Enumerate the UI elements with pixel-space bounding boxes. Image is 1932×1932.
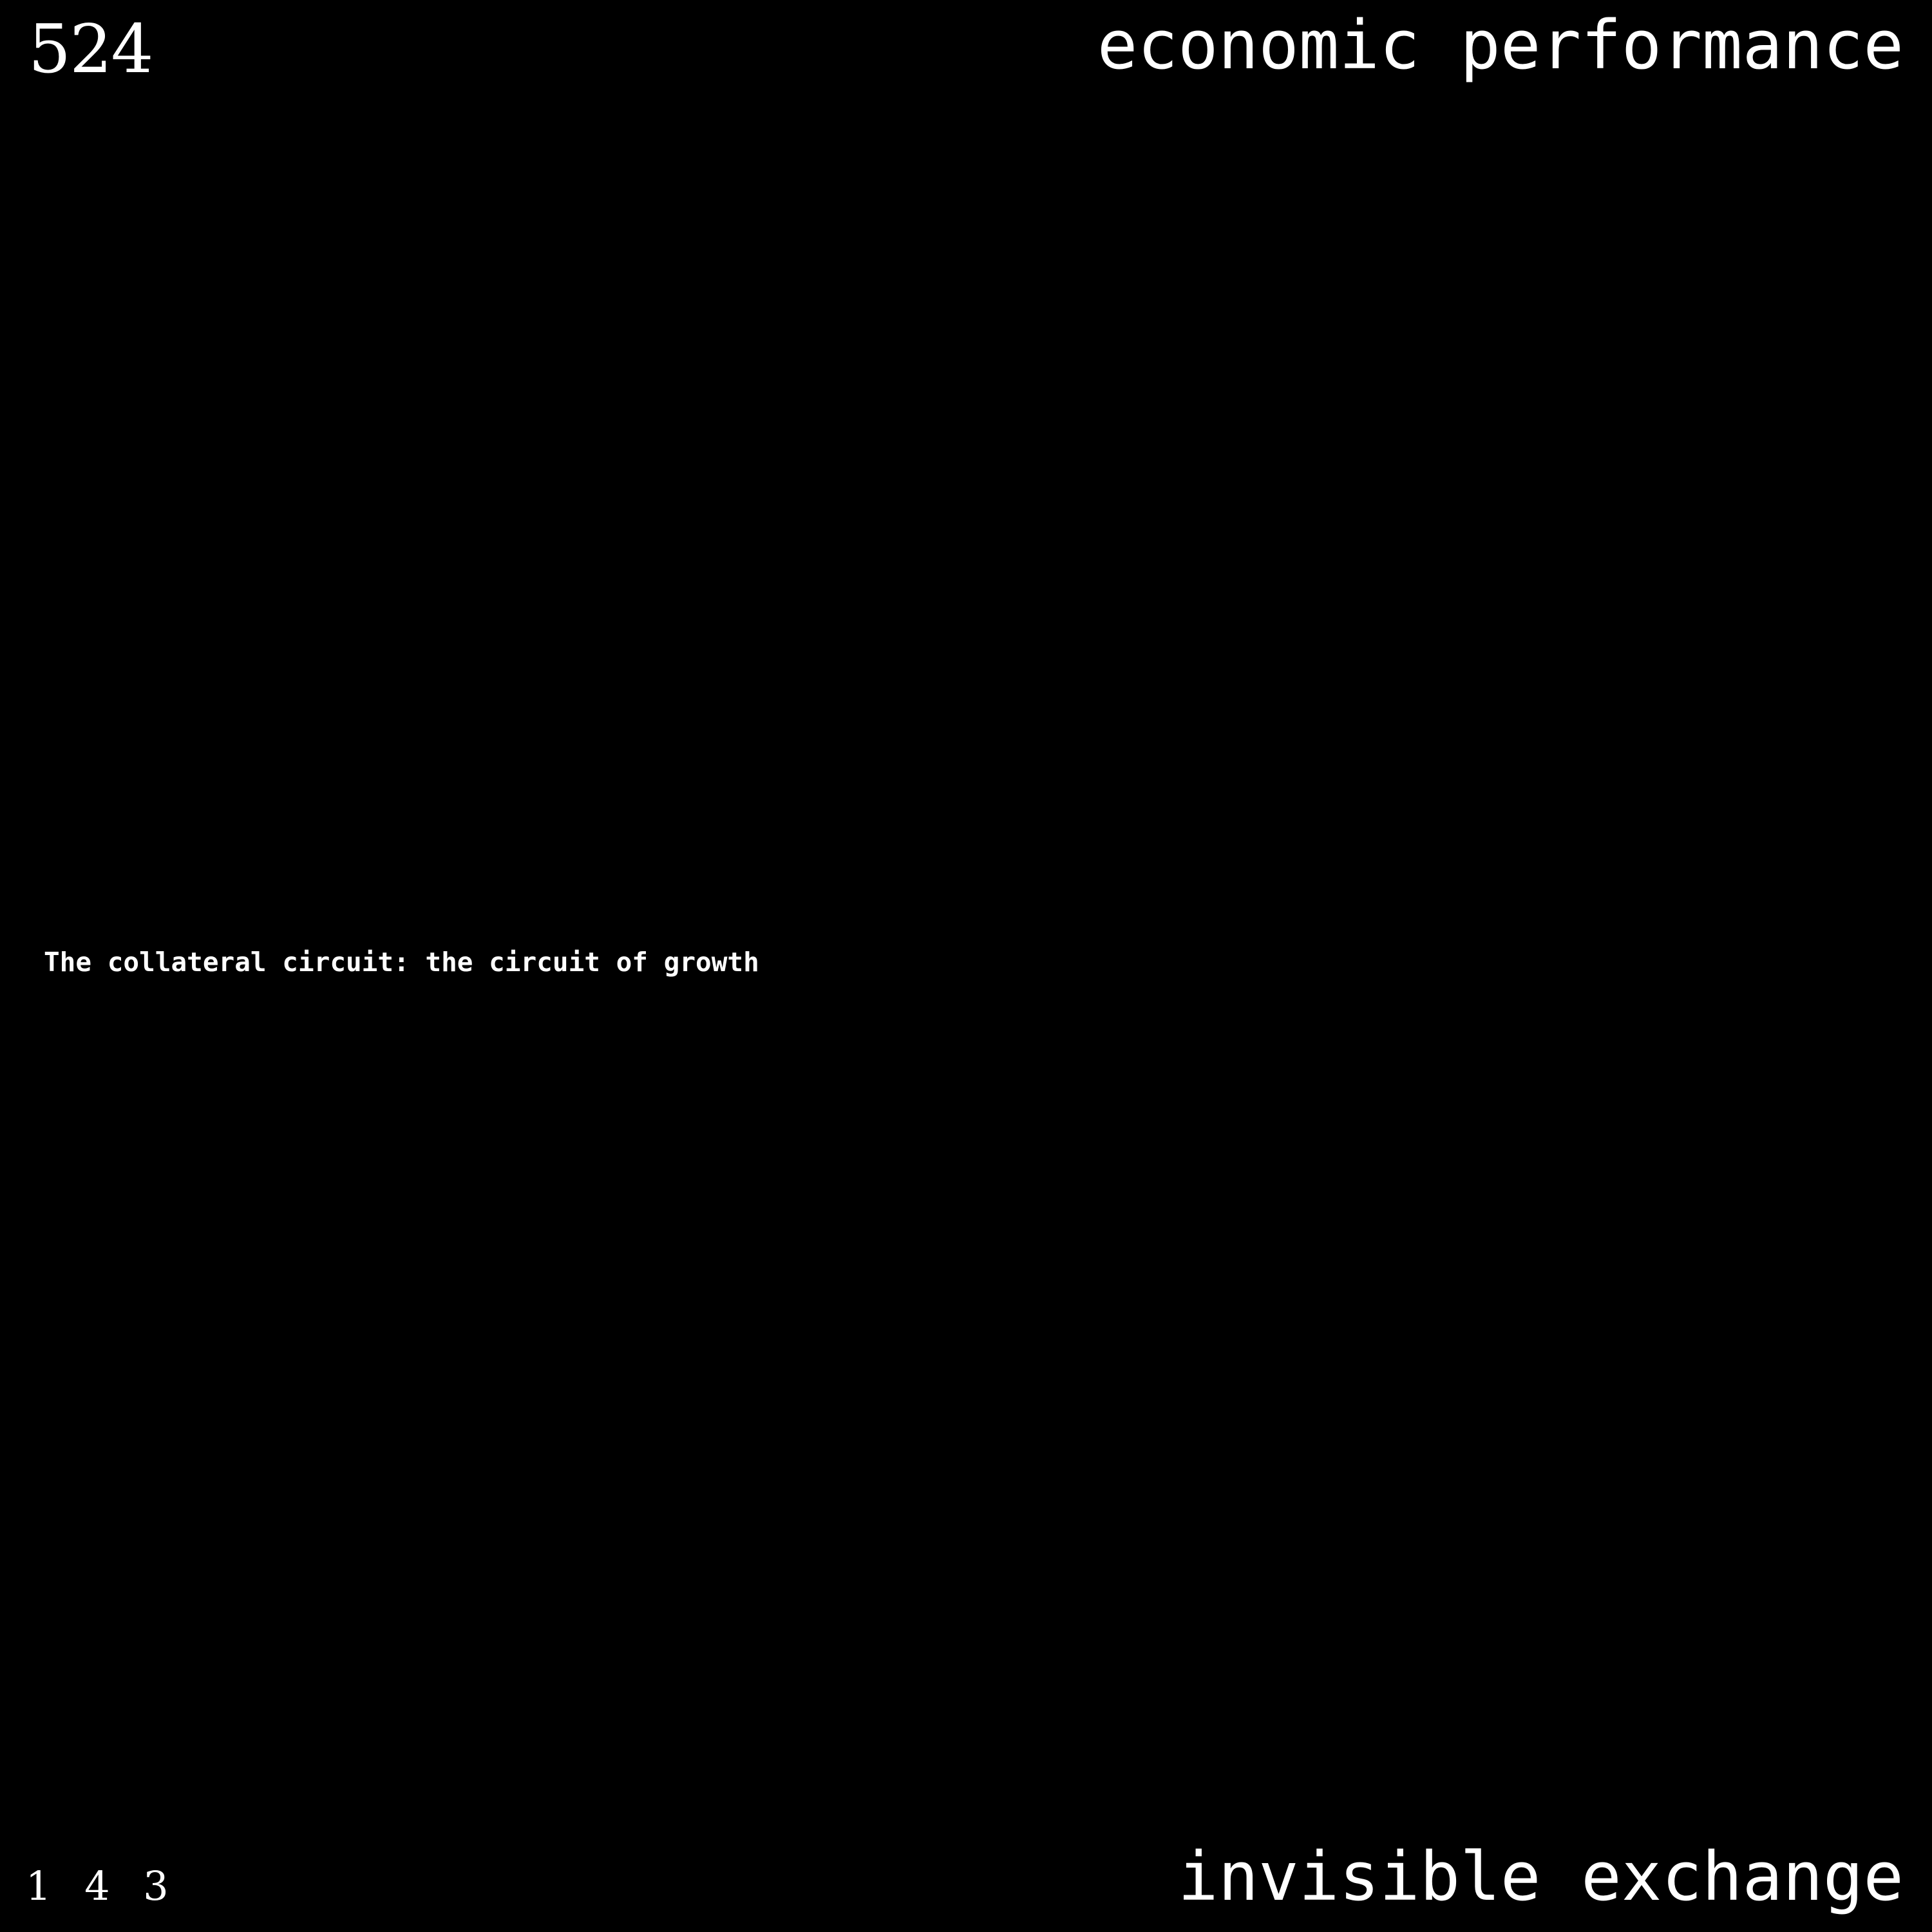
top-left-number: 524: [28, 10, 154, 88]
center-caption: The collateral circuit: the circuit of g…: [44, 947, 759, 978]
footer-title: invisible exchange: [1177, 1837, 1904, 1916]
header-title: economic performance: [1097, 6, 1904, 84]
footer-numbers: 1 4 3: [26, 1862, 179, 1909]
